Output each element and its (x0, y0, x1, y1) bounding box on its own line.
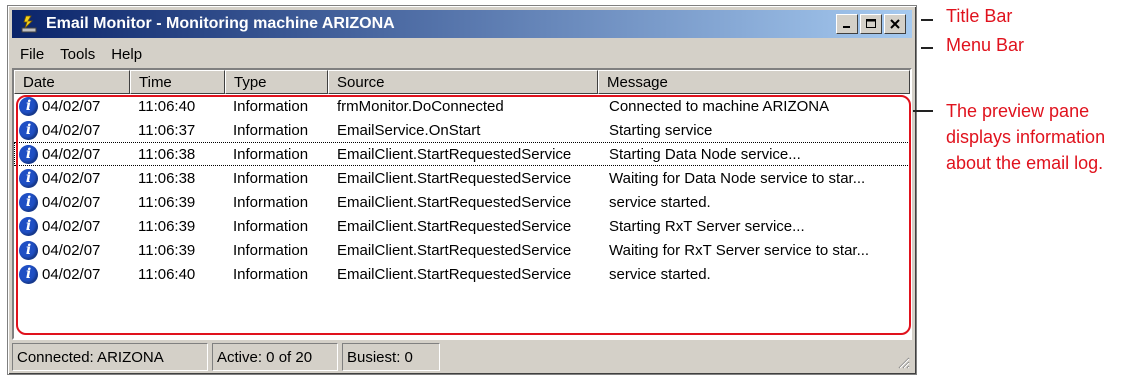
cell-type: Information (233, 193, 309, 211)
email-log-list[interactable]: Date Time Type Source Message i 04/02/07 1… (12, 68, 912, 340)
menu-bar: File Tools Help (12, 42, 150, 66)
cell-time: 11:06:40 (138, 265, 196, 283)
cell-source: EmailService.OnStart (337, 121, 481, 139)
date-text: 04/02/07 (42, 121, 101, 139)
cell-time: 11:06:39 (138, 193, 196, 211)
cell-source: EmailClient.StartRequestedService (337, 265, 572, 283)
cell-message: Waiting for RxT Server service to star..… (609, 241, 870, 259)
information-icon: i (19, 216, 38, 236)
status-connection: Connected: ARIZONA (12, 343, 208, 371)
cell-type: Information (233, 145, 309, 163)
date-text: 04/02/07 (42, 97, 101, 115)
information-icon: i (19, 240, 38, 260)
status-busiest: Busiest: 0 (342, 343, 440, 371)
cell-message: Starting RxT Server service... (609, 217, 805, 235)
cell-time: 11:06:39 (138, 241, 196, 259)
window-controls (836, 14, 906, 34)
cell-message: service started. (609, 193, 711, 211)
information-icon: i (19, 168, 38, 188)
preview-pane-callout-line-2: displays information (946, 127, 1106, 147)
cell-date: i 04/02/07 (14, 144, 130, 164)
cell-time: 11:06:40 (138, 97, 196, 115)
maximize-button[interactable] (860, 14, 882, 34)
table-row[interactable]: i 04/02/07 11:06:39 Information EmailClient.… (14, 238, 910, 262)
resize-grip-icon[interactable] (896, 355, 910, 369)
cell-type: Information (233, 121, 309, 139)
cell-time: 11:06:38 (138, 145, 196, 163)
information-icon: i (19, 192, 38, 212)
cell-date: i 04/02/07 (14, 240, 130, 260)
menu-help[interactable]: Help (103, 46, 150, 63)
cell-time: 11:06:37 (138, 121, 196, 139)
information-icon: i (19, 264, 38, 284)
preview-pane-callout-line (913, 110, 933, 112)
column-header-row: Date Time Type Source Message (14, 70, 910, 94)
information-icon: i (19, 120, 38, 140)
title-bar-callout: Title Bar (946, 6, 1013, 26)
date-text: 04/02/07 (42, 241, 101, 259)
column-header-time[interactable]: Time (130, 70, 225, 94)
cell-date: i 04/02/07 (14, 96, 130, 116)
close-button[interactable] (884, 14, 906, 34)
date-text: 04/02/07 (42, 217, 101, 235)
table-row[interactable]: i 04/02/07 11:06:40 Information EmailClient.… (14, 262, 910, 286)
status-bar: Connected: ARIZONA Active: 0 of 20 Busie… (12, 343, 912, 371)
column-header-source[interactable]: Source (328, 70, 598, 94)
preview-pane-callout-line-1: The preview pane (946, 101, 1090, 121)
cell-type: Information (233, 169, 309, 187)
cell-message: Waiting for Data Node service to star... (609, 169, 866, 187)
cell-message: Starting service (609, 121, 713, 139)
menu-bar-callout-line (921, 47, 933, 49)
menu-file[interactable]: File (12, 46, 52, 63)
cell-type: Information (233, 265, 309, 283)
column-header-message[interactable]: Message (598, 70, 910, 94)
cell-source: EmailClient.StartRequestedService (337, 241, 572, 259)
cell-time: 11:06:39 (138, 217, 196, 235)
cell-source: EmailClient.StartRequestedService (337, 217, 572, 235)
cell-message: Starting Data Node service... (609, 145, 801, 163)
information-icon: i (19, 96, 38, 116)
menu-tools[interactable]: Tools (52, 46, 103, 63)
cell-date: i 04/02/07 (14, 168, 130, 188)
cell-message: Connected to machine ARIZONA (609, 97, 830, 115)
date-text: 04/02/07 (42, 169, 101, 187)
cell-source: EmailClient.StartRequestedService (337, 169, 572, 187)
cell-type: Information (233, 97, 309, 115)
table-row[interactable]: i 04/02/07 11:06:39 Information EmailClient.… (14, 214, 910, 238)
cell-message: service started. (609, 265, 711, 283)
window-title: Email Monitor - Monitoring machine ARIZO… (46, 15, 395, 32)
preview-pane-callout-line-3: about the email log. (946, 153, 1104, 173)
column-header-date[interactable]: Date (14, 70, 130, 94)
table-row[interactable]: i 04/02/07 11:06:38 Information EmailClient.… (14, 166, 910, 190)
table-row[interactable]: i 04/02/07 11:06:38 Information EmailClient.… (14, 142, 910, 166)
minimize-button[interactable] (836, 14, 858, 34)
table-row[interactable]: i 04/02/07 11:06:39 Information EmailClient.… (14, 190, 910, 214)
cell-date: i 04/02/07 (14, 216, 130, 236)
cell-date: i 04/02/07 (14, 120, 130, 140)
date-text: 04/02/07 (42, 145, 101, 163)
title-bar[interactable]: Email Monitor - Monitoring machine ARIZO… (12, 10, 912, 38)
column-header-type[interactable]: Type (225, 70, 328, 94)
cell-date: i 04/02/07 (14, 264, 130, 284)
date-text: 04/02/07 (42, 265, 101, 283)
table-row[interactable]: i 04/02/07 11:06:37 Information EmailService… (14, 118, 910, 142)
date-text: 04/02/07 (42, 193, 101, 211)
cell-source: EmailClient.StartRequestedService (337, 193, 572, 211)
cell-source: frmMonitor.DoConnected (337, 97, 504, 115)
title-bar-callout-line (921, 19, 933, 21)
monitor-app-icon (18, 13, 40, 35)
status-active: Active: 0 of 20 (212, 343, 338, 371)
log-rows: i 04/02/07 11:06:40 Information frmMonitor.D… (14, 94, 910, 286)
cell-source: EmailClient.StartRequestedService (337, 145, 572, 163)
information-icon: i (19, 144, 38, 164)
email-monitor-window: Email Monitor - Monitoring machine ARIZO… (7, 5, 917, 375)
preview-pane-callout: The preview pane displays information ab… (946, 98, 1105, 176)
cell-type: Information (233, 241, 309, 259)
table-row[interactable]: i 04/02/07 11:06:40 Information frmMonitor.D… (14, 94, 910, 118)
cell-date: i 04/02/07 (14, 192, 130, 212)
cell-time: 11:06:38 (138, 169, 196, 187)
menu-bar-callout: Menu Bar (946, 35, 1025, 55)
cell-type: Information (233, 217, 309, 235)
